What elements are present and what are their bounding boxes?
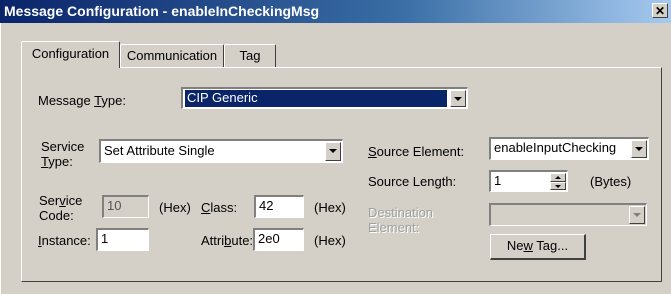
source-element-value: enableInputChecking (494, 140, 617, 155)
new-tag-button[interactable]: New Tag... (490, 234, 586, 260)
tab-configuration[interactable]: Configuration (21, 41, 120, 68)
chevron-down-icon[interactable] (325, 142, 341, 161)
service-type-value: Set Attribute Single (104, 143, 215, 158)
chevron-down-icon[interactable] (450, 90, 466, 107)
close-icon: ✕ (654, 4, 666, 18)
spinner-arrows-icon[interactable] (550, 173, 566, 190)
tab-tag[interactable]: Tag (224, 44, 276, 67)
class-unit: (Hex) (314, 200, 346, 215)
attribute-input[interactable]: 2e0 (253, 228, 304, 251)
attribute-unit: (Hex) (314, 233, 346, 248)
tab-label: Configuration (31, 46, 110, 61)
attribute-label: Attribute: (201, 233, 254, 248)
source-length-label: Source Length: (368, 174, 457, 189)
message-type-label: Message Type: (38, 93, 126, 108)
source-length-unit: (Bytes) (590, 174, 632, 189)
service-code-field: 10 (102, 195, 149, 218)
close-button[interactable]: ✕ (652, 3, 668, 18)
chevron-down-icon (629, 206, 645, 224)
source-element-label: Source Element: (368, 144, 465, 159)
source-element-select[interactable]: enableInputChecking (489, 137, 649, 160)
service-type-select[interactable]: Set Attribute Single (99, 139, 343, 163)
class-label: Class: (201, 200, 238, 215)
chevron-down-icon[interactable] (631, 140, 647, 158)
message-type-select[interactable]: CIP Generic (181, 87, 468, 109)
message-type-value: CIP Generic (185, 90, 447, 107)
class-input[interactable]: 42 (254, 195, 304, 218)
title-bar: Message Configuration - enableInChecking… (0, 0, 671, 23)
window-title: Message Configuration - enableInChecking… (4, 3, 320, 19)
service-code-unit: (Hex) (159, 200, 191, 215)
instance-input[interactable]: 1 (96, 228, 149, 251)
instance-label: Instance: (38, 233, 91, 248)
tab-label: Communication (126, 48, 218, 63)
destination-element-label: Destination Element: (368, 205, 434, 235)
service-type-label: Service Type: (41, 139, 85, 169)
tab-communication[interactable]: Communication (120, 44, 224, 67)
tab-label: Tag (239, 48, 261, 63)
spin-up-icon[interactable] (550, 173, 566, 182)
spin-down-icon[interactable] (550, 181, 566, 190)
destination-element-select (489, 203, 647, 226)
service-code-label: Service Code: (39, 193, 83, 223)
source-length-spinner[interactable]: 1 (489, 170, 568, 192)
